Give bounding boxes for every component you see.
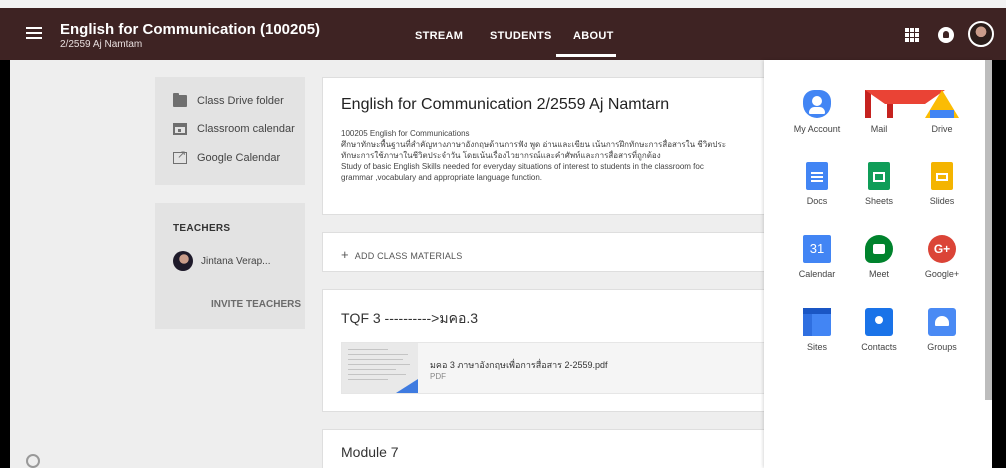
file-corner-icon bbox=[396, 379, 418, 393]
app-label: Groups bbox=[927, 342, 957, 352]
sheets-icon bbox=[868, 162, 890, 190]
account-avatar[interactable] bbox=[968, 21, 994, 47]
description-line: ทักษะการใช้ภาษาในชีวิตประจำวัน โดยเน้นเร… bbox=[341, 151, 661, 160]
active-tab-indicator bbox=[556, 54, 616, 57]
app-label: Sheets bbox=[864, 196, 894, 206]
about-description: 100205 English for Communications ศึกษาท… bbox=[341, 128, 781, 183]
teacher-name: Jintana Verap... bbox=[201, 255, 271, 267]
teachers-heading: TEACHERS bbox=[173, 223, 231, 234]
app-calendar[interactable]: 31 Calendar bbox=[782, 235, 852, 279]
tab-students[interactable]: STUDENTS bbox=[490, 30, 552, 42]
teachers-panel: TEACHERS Jintana Verap... INVITE TEACHER… bbox=[155, 203, 305, 329]
folder-icon bbox=[173, 93, 187, 107]
description-line: Study of basic English Skills needed for… bbox=[341, 162, 704, 171]
top-watermark-strip bbox=[0, 0, 1006, 8]
calendar-icon bbox=[173, 123, 187, 135]
topic-title: Module 7 bbox=[341, 444, 399, 460]
app-drive[interactable]: Drive bbox=[907, 90, 977, 134]
app-header: English for Communication (100205) 2/255… bbox=[0, 8, 1006, 60]
groups-icon bbox=[928, 308, 956, 336]
app-label: Calendar bbox=[798, 269, 836, 279]
app-label: Drive bbox=[931, 124, 953, 134]
app-contacts[interactable]: Contacts bbox=[844, 308, 914, 352]
drive-icon bbox=[925, 90, 959, 118]
topic-card-module: Module 7 bbox=[322, 429, 782, 468]
docs-icon bbox=[806, 162, 828, 190]
class-section: 2/2559 Aj Namtam bbox=[60, 39, 143, 50]
calendar-app-icon: 31 bbox=[803, 235, 831, 263]
google-plus-icon: G+ bbox=[928, 235, 956, 263]
tab-about[interactable]: ABOUT bbox=[573, 30, 614, 42]
app-sheets[interactable]: Sheets bbox=[844, 162, 914, 206]
class-drive-folder-link[interactable]: Class Drive folder bbox=[173, 93, 284, 107]
pdf-attachment[interactable]: มคอ 3 ภาษาอังกฤษเพื่อการสื่อสาร 2-2559.p… bbox=[341, 342, 781, 394]
app-label: Contacts bbox=[861, 342, 897, 352]
sites-icon bbox=[803, 308, 831, 336]
google-calendar-link[interactable]: Google Calendar bbox=[173, 148, 281, 164]
app-label: Google+ bbox=[924, 269, 960, 279]
class-drive-folder-label: Class Drive folder bbox=[197, 95, 284, 107]
classroom-calendar-label: Classroom calendar bbox=[197, 123, 295, 135]
tab-stream[interactable]: STREAM bbox=[415, 30, 463, 42]
my-account-icon bbox=[803, 90, 831, 118]
app-docs[interactable]: Docs bbox=[782, 162, 852, 206]
add-class-materials-label: ADD CLASS MATERIALS bbox=[354, 251, 463, 261]
description-line: ศึกษาทักษะพื้นฐานที่สำคัญทางภาษาอังกฤษด้… bbox=[341, 140, 727, 149]
about-title: English for Communication 2/2559 Aj Namt… bbox=[341, 96, 670, 113]
app-label: Docs bbox=[806, 196, 828, 206]
description-line: grammar ,vocabulary and appropriate lang… bbox=[341, 173, 543, 182]
add-class-materials-button[interactable]: + ADD CLASS MATERIALS bbox=[341, 247, 462, 262]
app-sites[interactable]: Sites bbox=[782, 308, 852, 352]
app-label: Sites bbox=[806, 342, 827, 352]
slides-icon bbox=[931, 162, 953, 190]
class-links-panel: Class Drive folder Classroom calendar Go… bbox=[155, 77, 305, 185]
app-label: My Account bbox=[793, 124, 841, 134]
attachment-type: PDF bbox=[430, 372, 446, 381]
app-groups[interactable]: Groups bbox=[907, 308, 977, 352]
invite-teachers-button[interactable]: INVITE TEACHERS bbox=[211, 299, 301, 310]
about-card: English for Communication 2/2559 Aj Namt… bbox=[322, 77, 782, 215]
google-apps-panel: My Account Mail Drive Docs Sheets Slides… bbox=[764, 60, 992, 468]
classroom-calendar-link[interactable]: Classroom calendar bbox=[173, 123, 295, 135]
app-label: Mail bbox=[870, 124, 888, 134]
google-calendar-label: Google Calendar bbox=[197, 152, 281, 164]
help-icon[interactable] bbox=[26, 454, 40, 468]
gmail-icon bbox=[865, 90, 945, 118]
app-label: Meet bbox=[868, 269, 889, 279]
topic-card: TQF 3 ---------->มคอ.3 มคอ 3 ภาษาอังกฤษเ… bbox=[322, 289, 782, 412]
notifications-icon[interactable] bbox=[938, 27, 954, 43]
app-slides[interactable]: Slides bbox=[907, 162, 977, 206]
attachment-name: มคอ 3 ภาษาอังกฤษเพื่อการสื่อสาร 2-2559.p… bbox=[430, 360, 608, 370]
apps-grid-icon[interactable] bbox=[905, 28, 919, 42]
app-my-account[interactable]: My Account bbox=[782, 90, 852, 134]
apps-panel-scrollbar[interactable] bbox=[985, 60, 992, 400]
pdf-thumbnail bbox=[342, 343, 418, 393]
plus-icon: + bbox=[341, 247, 349, 262]
teacher-item[interactable]: Jintana Verap... bbox=[173, 251, 271, 271]
description-line: 100205 English for Communications bbox=[341, 129, 470, 138]
external-link-icon bbox=[173, 148, 187, 164]
add-materials-card: + ADD CLASS MATERIALS bbox=[322, 232, 782, 272]
hamburger-menu-icon[interactable] bbox=[26, 24, 42, 44]
app-google-plus[interactable]: G+ Google+ bbox=[907, 235, 977, 279]
app-label: Slides bbox=[929, 196, 955, 206]
class-title: English for Communication (100205) bbox=[60, 21, 321, 38]
meet-icon bbox=[865, 235, 893, 263]
contacts-icon bbox=[865, 308, 893, 336]
teacher-avatar bbox=[173, 251, 193, 271]
topic-title: TQF 3 ---------->มคอ.3 bbox=[341, 310, 479, 326]
app-mail[interactable]: Mail bbox=[844, 90, 945, 134]
app-meet[interactable]: Meet bbox=[844, 235, 914, 279]
